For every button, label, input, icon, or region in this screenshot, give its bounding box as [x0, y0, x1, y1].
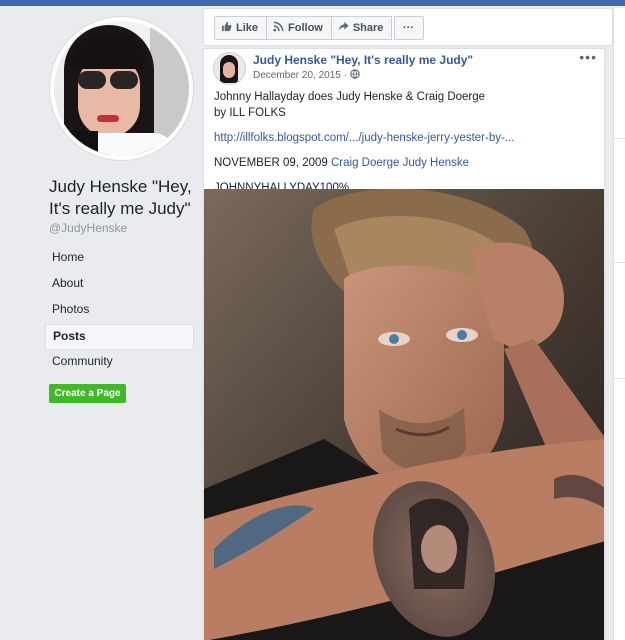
rss-icon [273, 21, 284, 35]
post-author-name[interactable]: Judy Henske "Hey, It's really me Judy" [253, 53, 473, 67]
post-line-1: Johnny Hallayday does Judy Henske & Crai… [214, 91, 486, 103]
page-title[interactable]: Judy Henske "Hey, It's really me Judy" [49, 176, 209, 220]
action-bar: Like Follow Share ··· [203, 8, 613, 46]
post-card: Judy Henske "Hey, It's really me Judy" D… [203, 48, 605, 640]
more-options-button[interactable]: ··· [394, 16, 425, 40]
profile-photo [54, 21, 189, 156]
post-line-2-name: ILL FOLKS [229, 107, 286, 119]
post-body: Johnny Hallayday does Judy Henske & Crai… [214, 89, 599, 205]
share-button[interactable]: Share [330, 16, 393, 40]
share-arrow-icon [338, 21, 349, 35]
page-handle[interactable]: @JudyHenske [49, 221, 127, 235]
page-nav: Home About Photos Posts Community [45, 246, 194, 376]
post-options-button[interactable]: ••• [579, 49, 597, 65]
follow-label: Follow [288, 22, 323, 34]
post-photo-illustration [204, 189, 604, 640]
right-rail [613, 8, 625, 640]
post-date[interactable]: December 20, 2015 · [253, 70, 347, 81]
more-dots-icon: ··· [402, 22, 414, 34]
create-page-button[interactable]: Create a Page [49, 384, 126, 403]
nav-item-about[interactable]: About [45, 272, 194, 298]
nav-item-home[interactable]: Home [45, 246, 194, 272]
thumbs-up-icon [221, 21, 232, 35]
post-line-2-prefix: by [214, 107, 230, 119]
nav-item-community[interactable]: Community [45, 350, 194, 376]
globe-icon [350, 69, 360, 82]
like-button[interactable]: Like [214, 16, 268, 40]
like-label: Like [236, 22, 259, 34]
nav-item-photos[interactable]: Photos [45, 298, 194, 324]
post-photo[interactable] [204, 189, 604, 640]
share-label: Share [352, 22, 384, 34]
profile-picture[interactable] [50, 17, 193, 160]
follow-button[interactable]: Follow [266, 16, 332, 40]
top-nav-bar [0, 0, 625, 6]
nav-item-posts[interactable]: Posts [45, 324, 194, 350]
post-author-avatar[interactable] [213, 52, 246, 85]
post-link[interactable]: http://illfolks.blogspot.com/.../judy-he… [214, 132, 514, 144]
post-date-line: NOVEMBER 09, 2009 [214, 157, 331, 169]
post-meta: December 20, 2015 · [253, 69, 360, 82]
post-tags-link[interactable]: Craig Doerge Judy Henske [331, 157, 469, 169]
